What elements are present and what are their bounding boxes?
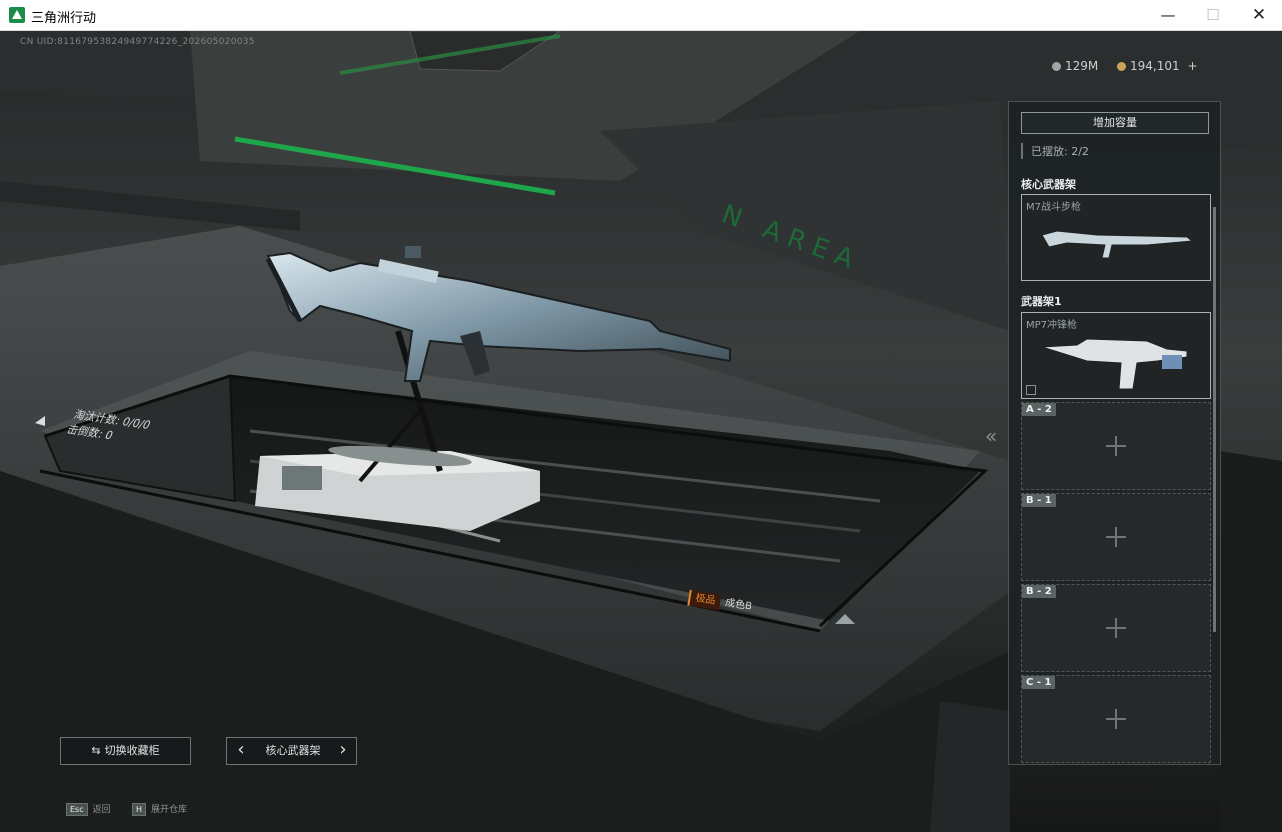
swap-icon: ⇆ [91,744,101,757]
rifle-thumbnail-icon [1041,230,1194,259]
maximize-button[interactable]: ☐ [1190,0,1236,31]
warehouse-hint[interactable]: H 展开仓库 [132,802,187,816]
empty-slot-a2[interactable]: A - 2 [1021,402,1211,490]
rack1-weapon-name: MP7冲锋枪 [1026,320,1078,331]
placed-count: 已摆放: 2/2 [1021,143,1089,159]
empty-slot-b1[interactable]: B - 1 [1021,493,1211,581]
prev-rack-button[interactable]: ‹ [229,738,253,764]
current-rack-label: 核心武器架 [265,744,321,757]
core-rack-slot[interactable]: M7战斗步枪 [1021,194,1211,281]
core-rack-weapon-name: M7战斗步枪 [1026,202,1081,213]
esc-hint[interactable]: Esc 返回 [66,802,111,816]
add-weapon-icon [1106,709,1126,729]
lock-slot-icon [1026,385,1036,395]
smg-thumbnail-icon [1041,338,1188,390]
h-key: H [132,803,147,816]
empty-slot-b2[interactable]: B - 2 [1021,584,1211,672]
silver-amount: 129M [1065,59,1099,73]
expand-capacity-button[interactable]: 增加容量 [1021,112,1209,134]
next-rack-button[interactable]: › [331,738,355,764]
silver-currency: 129M [1052,59,1098,73]
warehouse-hint-label: 展开仓库 [151,805,188,815]
empty-slot-c1[interactable]: C - 1 [1021,675,1211,763]
esc-hint-label: 返回 [92,805,111,815]
double-chevron-icon: « [985,424,997,448]
switch-cabinet-button[interactable]: ⇆ 切换收藏柜 [60,737,191,765]
switch-cabinet-label: 切换收藏柜 [104,744,160,757]
app-logo-icon [9,7,25,23]
weapon-rack-panel: 增加容量 已摆放: 2/2 核心武器架 M7战斗步枪 武器架1 MP7冲锋枪 A… [1008,101,1221,765]
slot-label: B - 2 [1022,585,1056,598]
slot-label: C - 1 [1022,676,1056,689]
add-weapon-icon [1106,527,1126,547]
slot-label: A - 2 [1022,403,1056,416]
rack1-slot[interactable]: MP7冲锋枪 [1021,312,1211,399]
minimize-button[interactable]: — [1145,0,1191,31]
panel-scrollbar[interactable] [1213,207,1216,632]
title-bar: 三角洲行动 — ☐ ✕ [0,0,1282,31]
rack1-title: 武器架1 [1021,295,1062,308]
core-rack-title: 核心武器架 [1021,178,1076,191]
rack-selector: ‹ 核心武器架 › [226,737,357,765]
gold-coin-icon [1117,62,1126,71]
add-weapon-icon [1106,436,1126,456]
window-title: 三角洲行动 [31,11,97,26]
slot-label: B - 1 [1022,494,1056,507]
caution-screen [282,466,322,490]
game-window: 三角洲行动 — ☐ ✕ N AREA « 淘汰计数: 0/0/0 击倒数: 0 … [0,0,1282,832]
game-scene: N AREA « 淘汰计数: 0/0/0 击倒数: 0 极品 成色B CN UI… [0,31,1282,832]
esc-key: Esc [66,803,88,816]
gold-amount: 194,101 [1130,59,1180,73]
add-currency-button[interactable]: + [1187,59,1197,73]
player-uid: CN UID:811679538249497742​26_20260502003… [20,37,255,47]
close-button[interactable]: ✕ [1236,0,1282,31]
gold-currency: 194,101 + [1117,59,1198,73]
silver-coin-icon [1052,62,1061,71]
add-weapon-icon [1106,618,1126,638]
